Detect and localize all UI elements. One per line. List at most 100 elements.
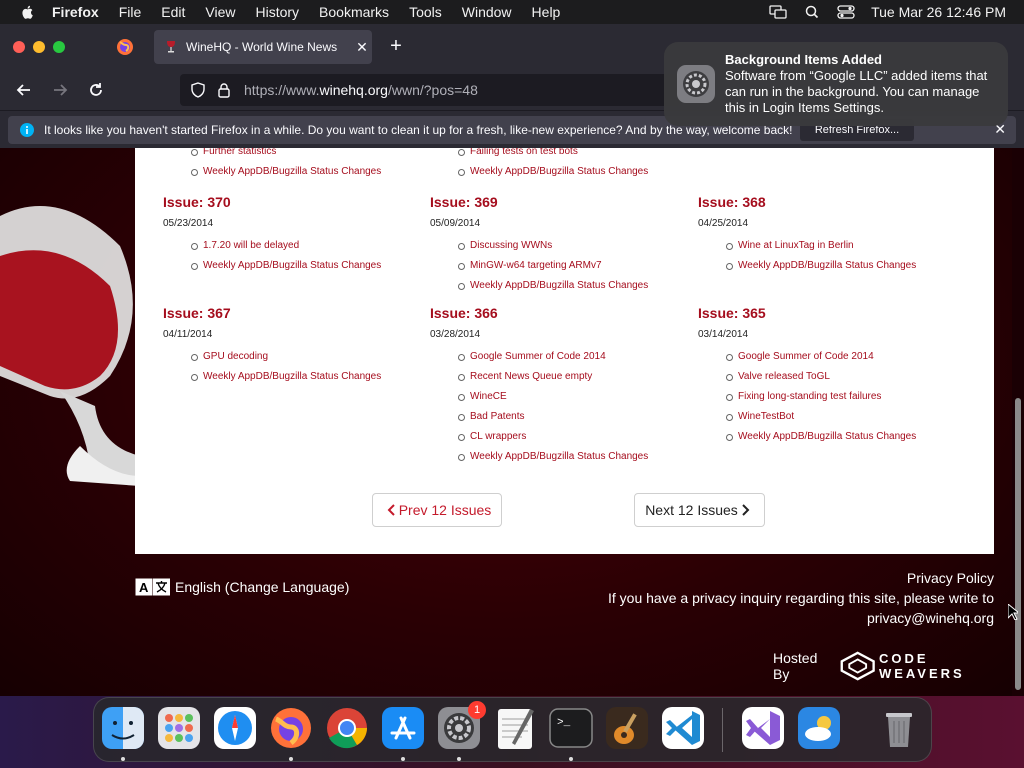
news-link[interactable]: Fixing long-standing test failures	[698, 387, 966, 407]
language-selector[interactable]: A English (Change Language)	[135, 578, 349, 596]
visual-studio-icon[interactable]	[740, 705, 786, 751]
news-link[interactable]: Bad Patents	[430, 407, 698, 427]
privacy-email-link[interactable]: privacy@winehq.org	[608, 608, 994, 628]
notification-body: Software from “Google LLC” added items t…	[725, 68, 988, 115]
terminal-icon[interactable]: >_	[548, 705, 594, 751]
svg-text:A: A	[139, 580, 149, 595]
firefox-icon[interactable]	[268, 705, 314, 751]
textedit-icon[interactable]	[492, 705, 538, 751]
window-minimize-button[interactable]	[33, 41, 45, 53]
back-arrow-icon[interactable]	[14, 80, 34, 100]
lock-icon[interactable]	[216, 82, 232, 98]
issue-365: Issue: 365 03/14/2014 Google Summer of C…	[698, 303, 966, 447]
news-link[interactable]: Discussing WWNs	[430, 236, 698, 256]
prev-issues-button[interactable]: Prev 12 Issues	[372, 493, 502, 527]
firefox-icon	[117, 39, 133, 55]
hosted-by[interactable]: Hosted By CODE WEAVERS	[773, 650, 1012, 682]
codeweavers-logo-icon	[840, 651, 875, 681]
privacy-policy-link[interactable]: Privacy Policy	[608, 568, 994, 588]
news-link[interactable]: Google Summer of Code 2014	[698, 347, 966, 367]
menu-help[interactable]: Help	[532, 4, 561, 20]
issue-title-link[interactable]: Issue: 367	[163, 303, 431, 323]
info-icon	[20, 123, 34, 137]
news-link[interactable]: Weekly AppDB/Bugzilla Status Changes	[698, 256, 966, 276]
news-link[interactable]: Failing tests on test bots	[430, 148, 698, 162]
news-link[interactable]: Weekly AppDB/Bugzilla Status Changes	[163, 367, 431, 387]
news-content-panel: Further statistics Weekly AppDB/Bugzilla…	[135, 148, 994, 554]
news-link[interactable]: Weekly AppDB/Bugzilla Status Changes	[430, 447, 698, 467]
menu-app-name[interactable]: Firefox	[52, 4, 99, 20]
issue-title-link[interactable]: Issue: 368	[698, 192, 966, 212]
issue-date: 05/09/2014	[430, 218, 481, 229]
issue-370: Issue: 370 05/23/2014 1.7.20 will be del…	[163, 192, 431, 276]
safari-icon[interactable]	[212, 705, 258, 751]
issue-title-link[interactable]: Issue: 370	[163, 192, 431, 212]
partial-issue-col-2: Failing tests on test bots Weekly AppDB/…	[430, 148, 698, 182]
forward-arrow-icon[interactable]	[50, 80, 70, 100]
url-text[interactable]: https://www.winehq.org/wwn/?pos=48	[244, 82, 478, 98]
news-link[interactable]: Weekly AppDB/Bugzilla Status Changes	[430, 162, 698, 182]
news-link[interactable]: Weekly AppDB/Bugzilla Status Changes	[163, 256, 431, 276]
svg-text:>_: >_	[557, 717, 571, 729]
app-store-icon[interactable]	[380, 705, 426, 751]
menu-bookmarks[interactable]: Bookmarks	[319, 4, 389, 20]
translate-icon: A	[135, 578, 170, 596]
news-link[interactable]: GPU decoding	[163, 347, 431, 367]
finder-running-indicator	[121, 757, 125, 761]
issue-367: Issue: 367 04/11/2014 GPU decoding Weekl…	[163, 303, 431, 387]
control-center-icon[interactable]	[837, 5, 855, 19]
url-domain: winehq.org	[319, 82, 388, 98]
garageband-icon[interactable]	[604, 705, 650, 751]
news-link[interactable]: Wine at LinuxTag in Berlin	[698, 236, 966, 256]
menubar-clock[interactable]: Tue Mar 26 12:46 PM	[871, 4, 1006, 20]
news-link[interactable]: WineCE	[430, 387, 698, 407]
menu-edit[interactable]: Edit	[161, 4, 185, 20]
address-bar[interactable]: https://www.winehq.org/wwn/?pos=48	[180, 74, 680, 106]
news-link[interactable]: Google Summer of Code 2014	[430, 347, 698, 367]
news-link[interactable]: Weekly AppDB/Bugzilla Status Changes	[430, 276, 698, 296]
trash-icon[interactable]	[876, 705, 922, 751]
issue-date: 03/14/2014	[698, 329, 749, 340]
menu-window[interactable]: Window	[462, 4, 512, 20]
issue-title-link[interactable]: Issue: 369	[430, 192, 698, 212]
tracking-protection-shield-icon[interactable]	[190, 82, 206, 98]
next-issues-button[interactable]: Next 12 Issues	[634, 493, 765, 527]
screen-mirroring-icon[interactable]	[769, 5, 787, 19]
language-label[interactable]: English (Change Language)	[175, 579, 349, 595]
vscode-icon[interactable]	[660, 705, 706, 751]
news-link[interactable]: WineTestBot	[698, 407, 966, 427]
news-link[interactable]: Further statistics	[163, 148, 431, 162]
spotlight-search-icon[interactable]	[803, 5, 821, 19]
pinned-tab-firefox[interactable]	[112, 34, 138, 60]
scrollbar-thumb[interactable]	[1015, 398, 1021, 690]
new-tab-icon[interactable]: +	[386, 36, 406, 56]
tab-close-icon[interactable]: ✕	[352, 39, 372, 56]
news-link[interactable]: 1.7.20 will be delayed	[163, 236, 431, 256]
news-link[interactable]: Recent News Queue empty	[430, 367, 698, 387]
menu-view[interactable]: View	[205, 4, 235, 20]
menu-tools[interactable]: Tools	[409, 4, 442, 20]
news-link[interactable]: Weekly AppDB/Bugzilla Status Changes	[698, 427, 966, 447]
apple-menu-icon[interactable]	[20, 4, 36, 20]
window-close-button[interactable]	[13, 41, 25, 53]
news-link[interactable]: Weekly AppDB/Bugzilla Status Changes	[163, 162, 431, 182]
menu-file[interactable]: File	[119, 4, 142, 20]
news-link[interactable]: Valve released ToGL	[698, 367, 966, 387]
issue-title-link[interactable]: Issue: 366	[430, 303, 698, 323]
launchpad-icon[interactable]	[156, 705, 202, 751]
issue-title-link[interactable]: Issue: 365	[698, 303, 966, 323]
chrome-icon[interactable]	[324, 705, 370, 751]
background-items-notification[interactable]: Background Items Added Software from “Go…	[664, 42, 1008, 126]
menu-history[interactable]: History	[255, 4, 299, 20]
privacy-section: Privacy Policy If you have a privacy inq…	[608, 568, 994, 628]
news-link[interactable]: MinGW-w64 targeting ARMv7	[430, 256, 698, 276]
weather-icon[interactable]	[796, 705, 842, 751]
finder-icon[interactable]	[100, 705, 146, 751]
tab-winehq[interactable]: WineHQ - World Wine News ✕	[154, 30, 372, 64]
issue-368: Issue: 368 04/25/2014 Wine at LinuxTag i…	[698, 192, 966, 276]
reload-icon[interactable]	[86, 80, 106, 100]
window-zoom-button[interactable]	[53, 41, 65, 53]
mouse-cursor-icon	[1008, 604, 1018, 620]
wine-glass-logo	[0, 206, 140, 486]
news-link[interactable]: CL wrappers	[430, 427, 698, 447]
